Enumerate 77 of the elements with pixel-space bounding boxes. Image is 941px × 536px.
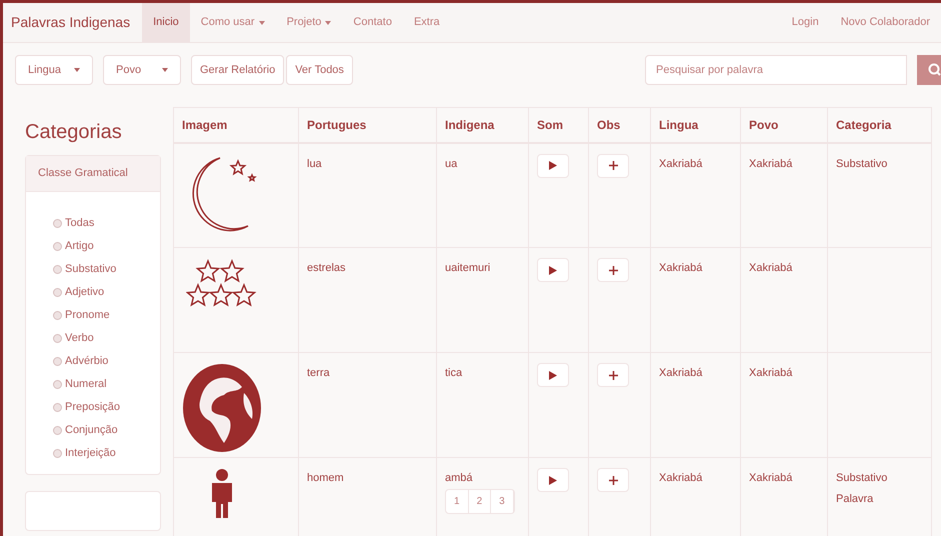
table-cell: Xakriabá bbox=[749, 158, 792, 170]
panel-heading: Classe Gramatical bbox=[26, 156, 160, 192]
table-cell: Xakriabá bbox=[749, 472, 792, 484]
play-button[interactable] bbox=[537, 468, 569, 492]
plus-icon bbox=[608, 266, 618, 274]
nav-item[interactable]: Projeto bbox=[276, 3, 342, 42]
plus-icon bbox=[608, 476, 618, 484]
play-button[interactable] bbox=[537, 258, 569, 282]
plus-icon bbox=[608, 370, 618, 380]
column-header: Obs bbox=[588, 108, 650, 142]
nav-item[interactable]: Contato bbox=[342, 3, 403, 42]
column-header: Categoria bbox=[828, 108, 932, 142]
table-cell: Xakriabá bbox=[659, 472, 702, 484]
nav-link[interactable]: Login bbox=[780, 3, 830, 42]
table-cell: Xakriabá bbox=[659, 158, 702, 170]
add-button[interactable] bbox=[597, 258, 629, 282]
select-field[interactable]: Povo bbox=[103, 55, 181, 85]
radio-option[interactable]: Preposição bbox=[53, 398, 160, 416]
radio-option[interactable]: Artigo bbox=[53, 237, 160, 255]
table-cell: terra bbox=[307, 367, 330, 379]
search-button[interactable] bbox=[917, 55, 941, 85]
radio-option[interactable]: Conjunção bbox=[53, 421, 160, 439]
plus-icon bbox=[608, 161, 618, 170]
radio-option[interactable]: Interjeição bbox=[53, 444, 160, 462]
table-cell: Xakriabá bbox=[749, 262, 792, 274]
table-cell-text: ua bbox=[445, 156, 458, 172]
column-header: Som bbox=[528, 108, 588, 142]
globe-icon bbox=[182, 363, 262, 453]
caret-icon bbox=[74, 68, 80, 72]
radio-option[interactable]: Advérbio bbox=[53, 352, 160, 370]
play-icon bbox=[549, 476, 557, 484]
nav-item[interactable]: Inicio bbox=[142, 3, 190, 42]
radio-option[interactable]: Pronome bbox=[53, 306, 160, 324]
select-field[interactable]: Lingua bbox=[15, 55, 93, 85]
nav-item[interactable]: Como usar bbox=[190, 3, 276, 42]
table-cell-text: ambá bbox=[445, 471, 473, 486]
play-icon bbox=[549, 266, 557, 274]
sidebar-title: Categorias bbox=[25, 120, 123, 145]
radio-option[interactable]: Substativo bbox=[53, 260, 160, 278]
play-icon bbox=[549, 370, 557, 380]
search-field[interactable]: Pesquisar por palavra bbox=[645, 55, 907, 85]
category-text: Palavra bbox=[836, 492, 874, 506]
table-cell: Xakriabá bbox=[659, 367, 702, 379]
filter-button[interactable]: Gerar Relatório bbox=[191, 55, 284, 85]
play-icon bbox=[549, 161, 557, 170]
page-link[interactable]: 3 bbox=[491, 490, 514, 512]
nav-item[interactable]: Extra bbox=[402, 3, 451, 42]
column-header: Lingua bbox=[650, 108, 740, 142]
table-cell: Xakriabá bbox=[659, 262, 702, 274]
add-button[interactable] bbox=[597, 154, 629, 178]
table-cell: lua bbox=[307, 158, 322, 170]
play-button[interactable] bbox=[537, 154, 569, 178]
play-button[interactable] bbox=[537, 363, 569, 387]
column-header: Povo bbox=[740, 108, 828, 142]
page-link[interactable]: 2 bbox=[468, 490, 492, 512]
search-icon bbox=[927, 63, 941, 77]
column-header: Portugues bbox=[298, 108, 436, 142]
radio-option[interactable]: Adjetivo bbox=[53, 283, 160, 301]
category-text: Substativo bbox=[836, 156, 888, 172]
column-header: Indigena bbox=[436, 108, 528, 142]
table-cell: estrelas bbox=[307, 262, 346, 274]
brand-link[interactable]: Palavras Indigenas bbox=[11, 3, 142, 42]
category-text: Substativo bbox=[836, 471, 888, 486]
table-cell-text: uaitemuri bbox=[445, 261, 490, 276]
page-link[interactable]: 1 bbox=[446, 490, 469, 512]
radio-option[interactable]: Todas bbox=[53, 214, 160, 232]
nav-link[interactable]: Novo Colaborador bbox=[830, 3, 941, 42]
caret-icon bbox=[162, 68, 168, 72]
radio-option[interactable]: Verbo bbox=[53, 329, 160, 347]
add-button[interactable] bbox=[597, 363, 629, 387]
table-cell: homem bbox=[307, 472, 344, 484]
table-cell: Xakriabá bbox=[749, 367, 792, 379]
column-header: Imagem bbox=[174, 108, 298, 142]
add-button[interactable] bbox=[597, 468, 629, 492]
radio-option[interactable]: Numeral bbox=[53, 375, 160, 393]
table-cell-text: tica bbox=[445, 366, 462, 381]
filter-button[interactable]: Ver Todos bbox=[286, 55, 353, 85]
